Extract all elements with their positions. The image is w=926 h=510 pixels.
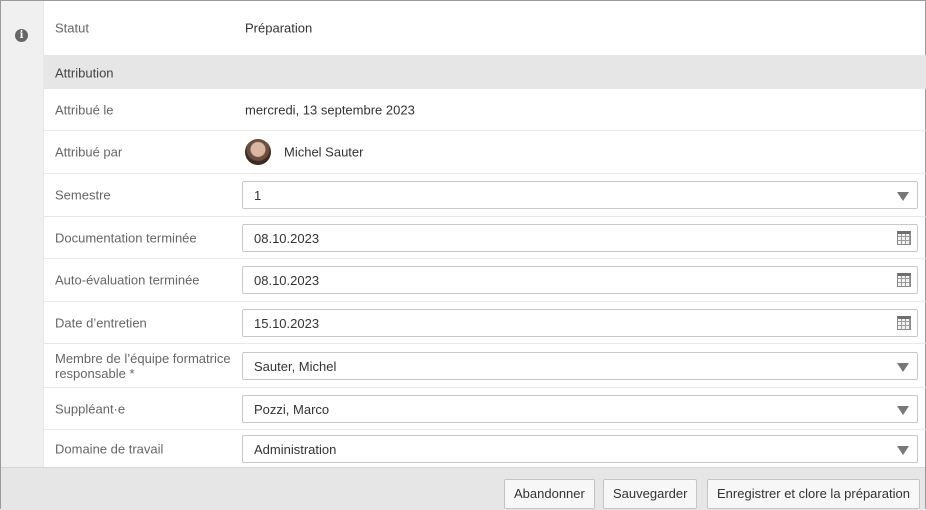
substitute-value: Pozzi, Marco [254,401,330,417]
assigned-on-row: Attribué le mercredi, 13 septembre 2023 [44,89,926,131]
chevron-down-icon[interactable] [897,192,909,201]
cancel-button[interactable]: Abandonner [504,479,595,509]
self-evaluation-done-row: Auto-évaluation terminée 08.10.2023 [44,259,926,302]
semester-value: 1 [254,188,262,203]
interview-date-row: Date d’entretien 15.10.2023 [44,302,926,344]
documentation-done-label: Documentation terminée [55,230,197,245]
assigned-by-label: Attribué par [55,144,123,160]
interview-date-field[interactable]: 15.10.2023 [242,308,918,337]
chevron-down-icon[interactable] [897,445,909,455]
chevron-down-icon[interactable] [897,362,909,372]
self-evaluation-done-value: 08.10.2023 [254,273,320,288]
assigned-by-row: Attribué par Michel Sauter [44,131,926,174]
work-domain-select[interactable]: Administration [242,434,918,463]
info-icon: i [15,29,28,42]
substitute-select[interactable]: Pozzi, Marco [242,394,918,423]
responsible-member-select[interactable]: Sauter, Michel [242,351,918,380]
status-value: Préparation [245,20,313,36]
status-label: Statut [55,20,89,36]
avatar[interactable] [245,139,271,165]
assigned-on-value: mercredi, 13 septembre 2023 [245,102,415,117]
calendar-icon[interactable] [897,315,911,330]
save-button[interactable]: Sauvegarder [603,479,698,509]
section-title: Attribution [55,65,114,80]
semester-row: Semestre 1 [44,174,926,217]
form-footer: Abandonner Sauvegarder Enregistrer et cl… [1,467,925,510]
documentation-done-value: 08.10.2023 [254,230,320,246]
chevron-down-icon[interactable] [897,405,909,415]
work-domain-row: Domaine de travail Administration [44,430,926,467]
responsible-member-row: Membre de l’équipe formatrice responsabl… [44,344,926,388]
semester-label: Semestre [55,187,111,203]
calendar-icon[interactable] [897,230,911,245]
semester-select[interactable]: 1 [242,181,918,209]
assignment-form-panel: i Statut Préparation Attribution Attribu… [0,0,926,510]
self-evaluation-done-date-field[interactable]: 08.10.2023 [242,266,918,294]
documentation-done-row: Documentation terminée 08.10.2023 [44,217,926,259]
work-domain-label: Domaine de travail [55,441,164,456]
self-evaluation-done-label: Auto-évaluation terminée [55,272,200,288]
work-domain-value: Administration [254,441,337,457]
assigned-on-label: Attribué le [55,102,114,117]
section-header-attribution: Attribution [44,56,926,89]
save-and-close-button[interactable]: Enregistrer et clore la préparation [707,479,920,509]
calendar-icon[interactable] [897,273,911,287]
substitute-row: Suppléant·e Pozzi, Marco [44,388,926,430]
left-gutter: i [1,1,44,467]
status-row: Statut Préparation [44,1,926,56]
assigned-by-name[interactable]: Michel Sauter [284,145,363,160]
responsible-member-value: Sauter, Michel [254,358,337,374]
interview-date-label: Date d’entretien [55,315,147,330]
responsible-member-label: Membre de l’équipe formatrice responsabl… [55,350,231,381]
substitute-label: Suppléant·e [55,401,126,416]
documentation-done-date-field[interactable]: 08.10.2023 [242,223,918,252]
interview-date-value: 15.10.2023 [254,315,320,331]
